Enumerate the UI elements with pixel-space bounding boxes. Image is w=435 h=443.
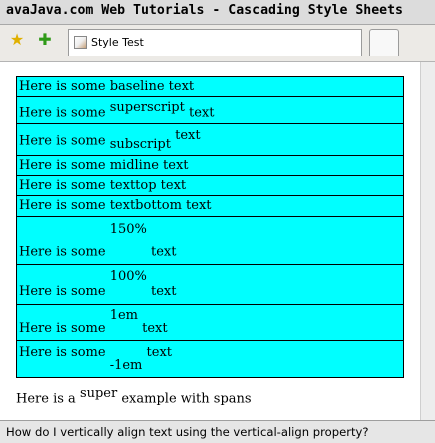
table-cell: Here is some baseline text [16,76,404,98]
browser-toolbar: ★ ✚ Style Test [0,25,435,62]
table-cell: Here is some midline text [16,154,404,177]
table-cell: Here is some 100% text [16,264,404,305]
star-icon[interactable]: ★ [8,31,26,49]
table-cell: Here is some subscript text [16,123,404,156]
table-cell: Here is some 1em text [16,303,404,342]
table-row: Here is some 1em text [16,303,404,342]
span-example-line: Here is a super example with spans [16,386,252,406]
table-cell: Here is some superscript text [16,96,404,125]
vertical-scrollbar[interactable] [420,62,435,420]
table-cell: Here is some -1em text [16,340,404,378]
tab-style-test[interactable]: Style Test [68,29,362,56]
table-row: Here is some -1em text [16,340,404,378]
span-example-super: super [79,386,118,401]
status-text: How do I vertically align text using the… [6,425,369,439]
status-bar: How do I vertically align text using the… [0,420,435,443]
plus-icon[interactable]: ✚ [36,31,54,49]
new-tab-button[interactable] [369,29,399,56]
table-row: Here is some midline text [16,154,404,177]
table-cell: Here is some texttop text [16,175,404,197]
window-title: avaJava.com Web Tutorials - Cascading St… [6,3,403,18]
span-example-before: Here is a [16,391,76,407]
table-row: Here is some 100% text [16,264,404,305]
vertical-align-demo-table: Here is some baseline text Here is some … [16,76,404,378]
table-cell: Here is some textbottom text [16,195,404,217]
table-row: Here is some textbottom text [16,195,404,217]
span-example-after: example with spans [121,391,252,407]
table-row: Here is some superscript text [16,96,404,125]
table-row: Here is some subscript text [16,123,404,156]
table-row: Here is some baseline text [16,76,404,98]
table-row: Here is some texttop text [16,175,404,197]
table-cell: Here is some 150% text [16,215,404,266]
table-row: Here is some 150% text [16,215,404,266]
tab-title: Style Test [91,36,144,49]
window-titlebar: avaJava.com Web Tutorials - Cascading St… [0,0,435,25]
page-image-icon [74,36,87,49]
